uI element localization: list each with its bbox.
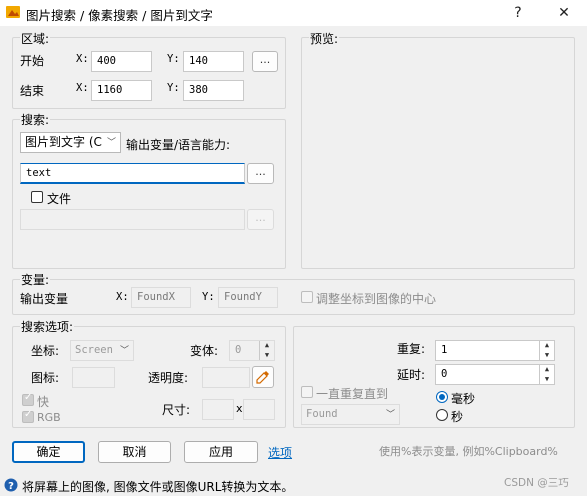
end-y-label: Y: <box>167 82 180 94</box>
repeat-until-label: 一直重复直到 <box>316 387 389 401</box>
search-legend: 搜索: <box>20 111 51 128</box>
search-text-more-button[interactable]: ... <box>247 163 274 184</box>
watermark: CSDN @三巧 <box>504 477 569 489</box>
delay-spin-buttons[interactable]: ▲ ▼ <box>539 365 554 384</box>
sec-label: 秒 <box>451 410 464 424</box>
sec-radio[interactable] <box>436 409 448 421</box>
repeat-spin-buttons[interactable]: ▲ ▼ <box>539 341 554 360</box>
size-height-input[interactable] <box>243 399 275 420</box>
region-pick-button[interactable]: ... <box>252 51 278 72</box>
variant-value: 0 <box>235 344 242 356</box>
start-x-label: X: <box>76 53 89 65</box>
var-y-label: Y: <box>202 291 215 303</box>
file-path-input[interactable] <box>20 209 245 230</box>
ok-button[interactable]: 确定 <box>12 441 85 463</box>
spin-up-icon: ▲ <box>544 365 550 373</box>
preview-group <box>301 37 575 269</box>
var-x-label: X: <box>116 291 129 303</box>
until-value: Found <box>306 408 338 420</box>
repeat-label: 重复: <box>397 342 426 356</box>
title-bar: 图片搜索 / 像素搜索 / 图片到文字 ? ✕ <box>0 0 587 26</box>
search-mode-value: 图片到文字 (C <box>25 135 102 149</box>
spin-down-icon: ▼ <box>264 350 270 359</box>
variant-spin-buttons[interactable]: ▲ ▼ <box>259 341 274 360</box>
coords-select[interactable]: Screen ﹀ <box>70 340 134 361</box>
chevron-down-icon: ﹀ <box>106 138 116 148</box>
end-x-label: X: <box>76 82 89 94</box>
eyedropper-icon <box>256 371 269 384</box>
options-legend: 搜索选项: <box>20 318 75 335</box>
app-icon <box>6 6 20 18</box>
search-mode-select[interactable]: 图片到文字 (C ﹀ <box>20 132 121 153</box>
chevron-down-icon: ﹀ <box>385 410 395 420</box>
delay-label: 延时: <box>397 368 426 382</box>
rgb-label: RGB <box>37 411 61 424</box>
color-picker-button[interactable] <box>252 366 274 388</box>
region-legend: 区域: <box>20 30 51 47</box>
found-y-input[interactable]: FoundY <box>218 287 278 308</box>
icon-input[interactable] <box>72 367 115 388</box>
found-x-input[interactable]: FoundX <box>131 287 191 308</box>
delay-value: 0 <box>441 368 448 380</box>
icon-label: 图标: <box>31 371 60 385</box>
until-select[interactable]: Found ﹀ <box>301 404 400 425</box>
apply-button[interactable]: 应用 <box>184 441 258 463</box>
output-variable-label: 输出变量 <box>20 292 69 306</box>
repeat-value: 1 <box>441 344 448 356</box>
file-label: 文件 <box>47 192 72 206</box>
delay-spinner[interactable]: 0 ▲ ▼ <box>435 364 555 385</box>
file-checkbox[interactable] <box>31 191 43 203</box>
window-title: 图片搜索 / 像素搜索 / 图片到文字 <box>26 8 213 23</box>
center-checkbox[interactable] <box>301 291 313 303</box>
end-label: 结束 <box>20 84 45 98</box>
rgb-checkbox[interactable] <box>22 409 34 423</box>
start-y-input[interactable]: 140 <box>183 51 244 72</box>
variant-spinner[interactable]: 0 ▲ ▼ <box>229 340 275 361</box>
options-link[interactable]: 选项 <box>268 444 292 461</box>
spin-up-icon: ▲ <box>544 341 550 349</box>
size-label: 尺寸: <box>162 403 191 417</box>
fast-label: 快 <box>37 395 50 409</box>
ms-radio[interactable] <box>436 391 448 403</box>
svg-text:?: ? <box>8 481 14 492</box>
variables-group <box>12 279 575 315</box>
search-text-input[interactable]: text <box>20 163 245 184</box>
end-x-input[interactable]: 1160 <box>91 80 152 101</box>
help-button[interactable]: ? <box>507 2 529 24</box>
spin-up-icon: ▲ <box>264 341 270 349</box>
center-label: 调整坐标到图像的中心 <box>316 292 437 306</box>
variant-label: 变体: <box>190 344 219 358</box>
repeat-until-checkbox[interactable] <box>301 386 313 398</box>
file-browse-button[interactable]: ... <box>247 209 274 230</box>
variable-hint: 使用%表示变量, 例如%Clipboard% <box>379 445 558 458</box>
start-x-input[interactable]: 400 <box>91 51 152 72</box>
fast-checkbox[interactable] <box>22 392 34 406</box>
transparency-label: 透明度: <box>148 371 189 385</box>
status-bar: ? 将屏幕上的图像, 图像文件或图像URL转换为文本。 CSDN @三巧 <box>0 474 587 496</box>
start-y-label: Y: <box>167 53 180 65</box>
size-width-input[interactable] <box>202 399 234 420</box>
coords-label: 坐标: <box>31 344 60 358</box>
help-circle-icon: ? <box>4 478 18 492</box>
size-separator: x <box>236 402 243 415</box>
close-button[interactable]: ✕ <box>553 2 575 24</box>
spin-down-icon: ▼ <box>544 350 550 359</box>
coords-value: Screen <box>75 344 113 356</box>
preview-legend: 预览: <box>309 30 340 47</box>
cancel-button[interactable]: 取消 <box>98 441 171 463</box>
variables-legend: 变量: <box>20 271 51 288</box>
start-label: 开始 <box>20 54 45 68</box>
end-y-input[interactable]: 380 <box>183 80 244 101</box>
output-language-label: 输出变量/语言能力: <box>126 138 231 152</box>
spin-down-icon: ▼ <box>544 374 550 383</box>
chevron-down-icon: ﹀ <box>119 346 129 356</box>
status-text: 将屏幕上的图像, 图像文件或图像URL转换为文本。 <box>22 480 294 494</box>
repeat-spinner[interactable]: 1 ▲ ▼ <box>435 340 555 361</box>
transparency-input[interactable] <box>202 367 250 388</box>
ms-label: 毫秒 <box>451 392 476 406</box>
